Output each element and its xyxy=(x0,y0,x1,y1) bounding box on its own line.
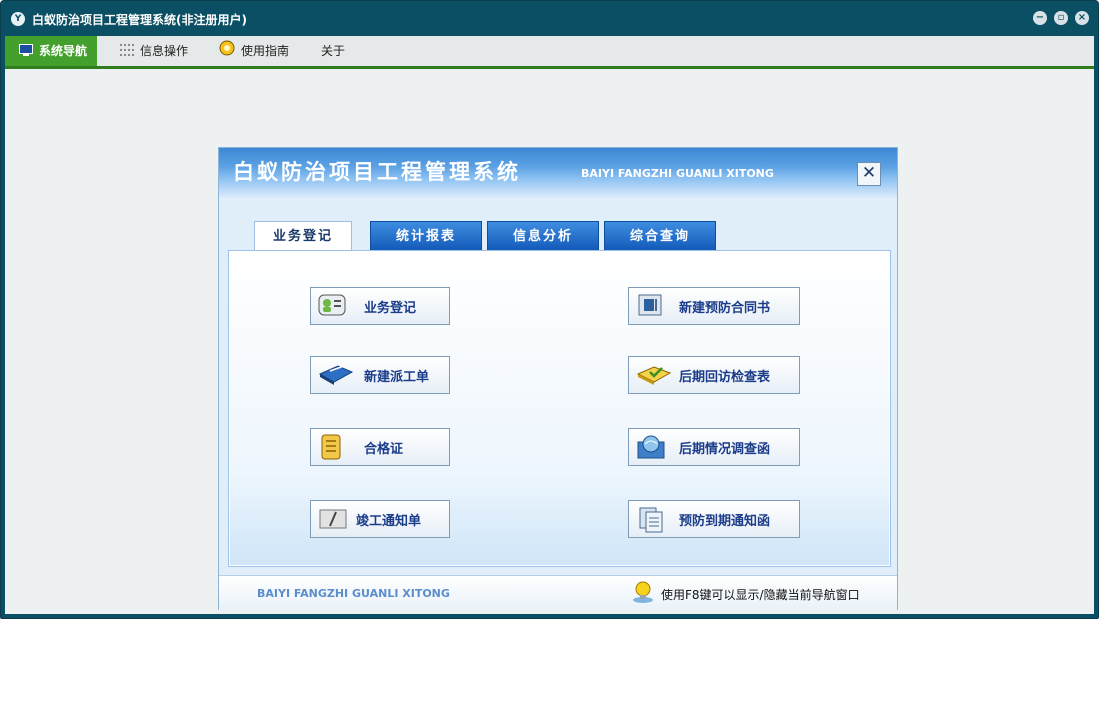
nav-title: 白蚁防治项目工程管理系统 xyxy=(233,160,521,184)
tab-business-registration[interactable]: 业务登记 xyxy=(254,221,352,253)
menu-item-user-guide[interactable]: 使用指南 xyxy=(219,36,289,66)
documents-icon xyxy=(636,506,664,533)
tab-statistics-report[interactable]: 统计报表 xyxy=(370,221,482,252)
tab-info-analysis[interactable]: 信息分析 xyxy=(487,221,599,252)
lightbulb-icon xyxy=(631,580,655,604)
menu-item-label: 系统导航 xyxy=(39,44,88,58)
new-prevention-contract-button[interactable]: 新建预防合同书 xyxy=(628,287,800,325)
checklist-icon xyxy=(636,362,672,386)
close-icon[interactable]: × xyxy=(1075,11,1089,25)
minimize-icon[interactable]: − xyxy=(1033,11,1047,25)
new-dispatch-order-button[interactable]: 新建派工单 xyxy=(310,356,450,394)
followup-inspection-form-button[interactable]: 后期回访检查表 xyxy=(628,356,800,394)
user-card-icon xyxy=(318,293,346,317)
navigation-panel: 白蚁防治项目工程管理系统 BAIYI FANGZHI GUANLI XITONG… xyxy=(218,147,898,610)
tab-comprehensive-query[interactable]: 综合查询 xyxy=(604,221,716,252)
guide-bulb-icon xyxy=(219,37,235,67)
button-label: 预防到期通知函 xyxy=(679,514,771,529)
close-icon[interactable]: ✕ xyxy=(857,162,881,186)
tab-label: 业务登记 xyxy=(272,229,333,244)
menu-item-about[interactable]: 关于 xyxy=(321,36,345,66)
contract-icon xyxy=(636,293,664,317)
business-registration-button[interactable]: 业务登记 xyxy=(310,287,450,325)
button-label: 后期情况调查函 xyxy=(679,442,771,457)
button-label: 竣工通知单 xyxy=(356,514,422,529)
menu-item-info-ops[interactable]: 信息操作 xyxy=(120,36,188,66)
title-bar[interactable]: Y 白蚁防治项目工程管理系统(非注册用户) − ▫ × xyxy=(1,1,1098,36)
menu-item-label: 使用指南 xyxy=(241,44,290,58)
button-label: 后期回访检查表 xyxy=(679,370,771,385)
nav-footer: BAIYI FANGZHI GUANLI XITONG 使用F8键可以显示/隐藏… xyxy=(219,575,897,610)
tab-label: 信息分析 xyxy=(512,229,573,244)
tab-label: 统计报表 xyxy=(395,229,456,244)
menu-bar: 系统导航 信息操作 使用指南 关于 xyxy=(5,36,1094,69)
menu-item-label: 信息操作 xyxy=(140,44,189,58)
nav-header: 白蚁防治项目工程管理系统 BAIYI FANGZHI GUANLI XITONG… xyxy=(219,148,897,200)
prevention-expiry-notice-button[interactable]: 预防到期通知函 xyxy=(628,500,800,538)
grid-icon xyxy=(120,37,134,67)
menu-item-system-nav[interactable]: 系统导航 xyxy=(5,36,98,67)
certificate-icon xyxy=(318,434,346,460)
footer-brand: BAIYI FANGZHI GUANLI XITONG xyxy=(257,587,450,600)
tab-label: 综合查询 xyxy=(629,229,690,244)
y-logo-icon: Y xyxy=(11,12,25,26)
menu-item-label: 关于 xyxy=(321,44,346,58)
followup-survey-letter-button[interactable]: 后期情况调查函 xyxy=(628,428,800,466)
footer-hint: 使用F8键可以显示/隐藏当前导航窗口 xyxy=(661,588,860,602)
button-label: 业务登记 xyxy=(364,301,417,316)
monitor-icon xyxy=(19,37,33,67)
completion-notice-button[interactable]: 竣工通知单 xyxy=(310,500,450,538)
notice-pen-icon xyxy=(318,506,347,530)
button-label: 合格证 xyxy=(364,442,404,457)
restore-icon[interactable]: ▫ xyxy=(1054,11,1068,25)
globe-letter-icon xyxy=(636,434,665,459)
button-label: 新建预防合同书 xyxy=(679,301,771,316)
window-title: 白蚁防治项目工程管理系统(非注册用户) xyxy=(32,13,247,27)
certificate-button[interactable]: 合格证 xyxy=(310,428,450,466)
book-icon xyxy=(318,362,354,386)
button-label: 新建派工单 xyxy=(364,370,430,385)
nav-subtitle: BAIYI FANGZHI GUANLI XITONG xyxy=(581,167,774,180)
